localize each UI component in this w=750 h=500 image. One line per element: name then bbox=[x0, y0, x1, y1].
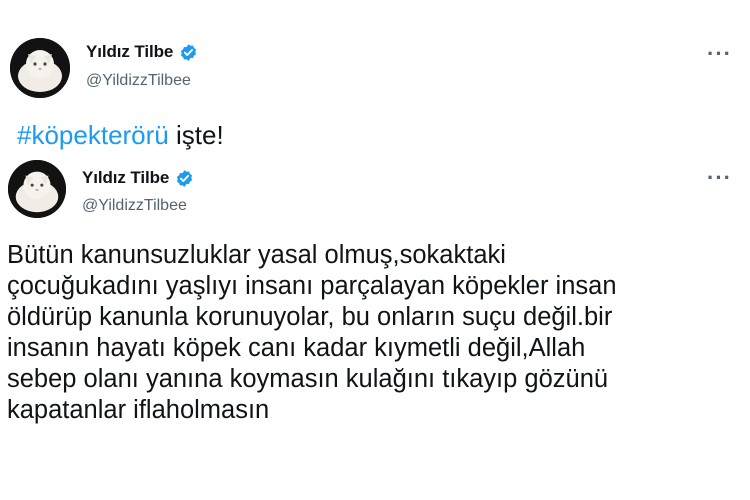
cat-avatar-image bbox=[8, 160, 66, 218]
verified-badge-icon bbox=[175, 169, 194, 188]
outer-tweet: Yıldız Tilbe @YildizzTilbee ··· #köpekte… bbox=[0, 0, 750, 160]
avatar[interactable] bbox=[8, 160, 66, 218]
hashtag-link[interactable]: #köpekterörü bbox=[17, 120, 169, 150]
more-options-icon[interactable]: ··· bbox=[707, 167, 732, 189]
cat-avatar-image bbox=[10, 38, 70, 98]
avatar[interactable] bbox=[10, 38, 70, 98]
tweet-text-rest: işte! bbox=[168, 120, 224, 150]
quoted-tweet-text: Bütün kanunsuzluklar yasal olmuş,sokakta… bbox=[7, 241, 617, 424]
display-name[interactable]: Yıldız Tilbe bbox=[82, 168, 169, 188]
verified-badge-icon bbox=[179, 43, 198, 62]
tweet-text: #köpekterörü işte! bbox=[17, 117, 224, 153]
handle[interactable]: @YildizzTilbee bbox=[86, 72, 191, 90]
handle[interactable]: @YildizzTilbee bbox=[82, 197, 187, 215]
display-name[interactable]: Yıldız Tilbe bbox=[86, 42, 173, 62]
more-options-icon[interactable]: ··· bbox=[707, 43, 732, 65]
